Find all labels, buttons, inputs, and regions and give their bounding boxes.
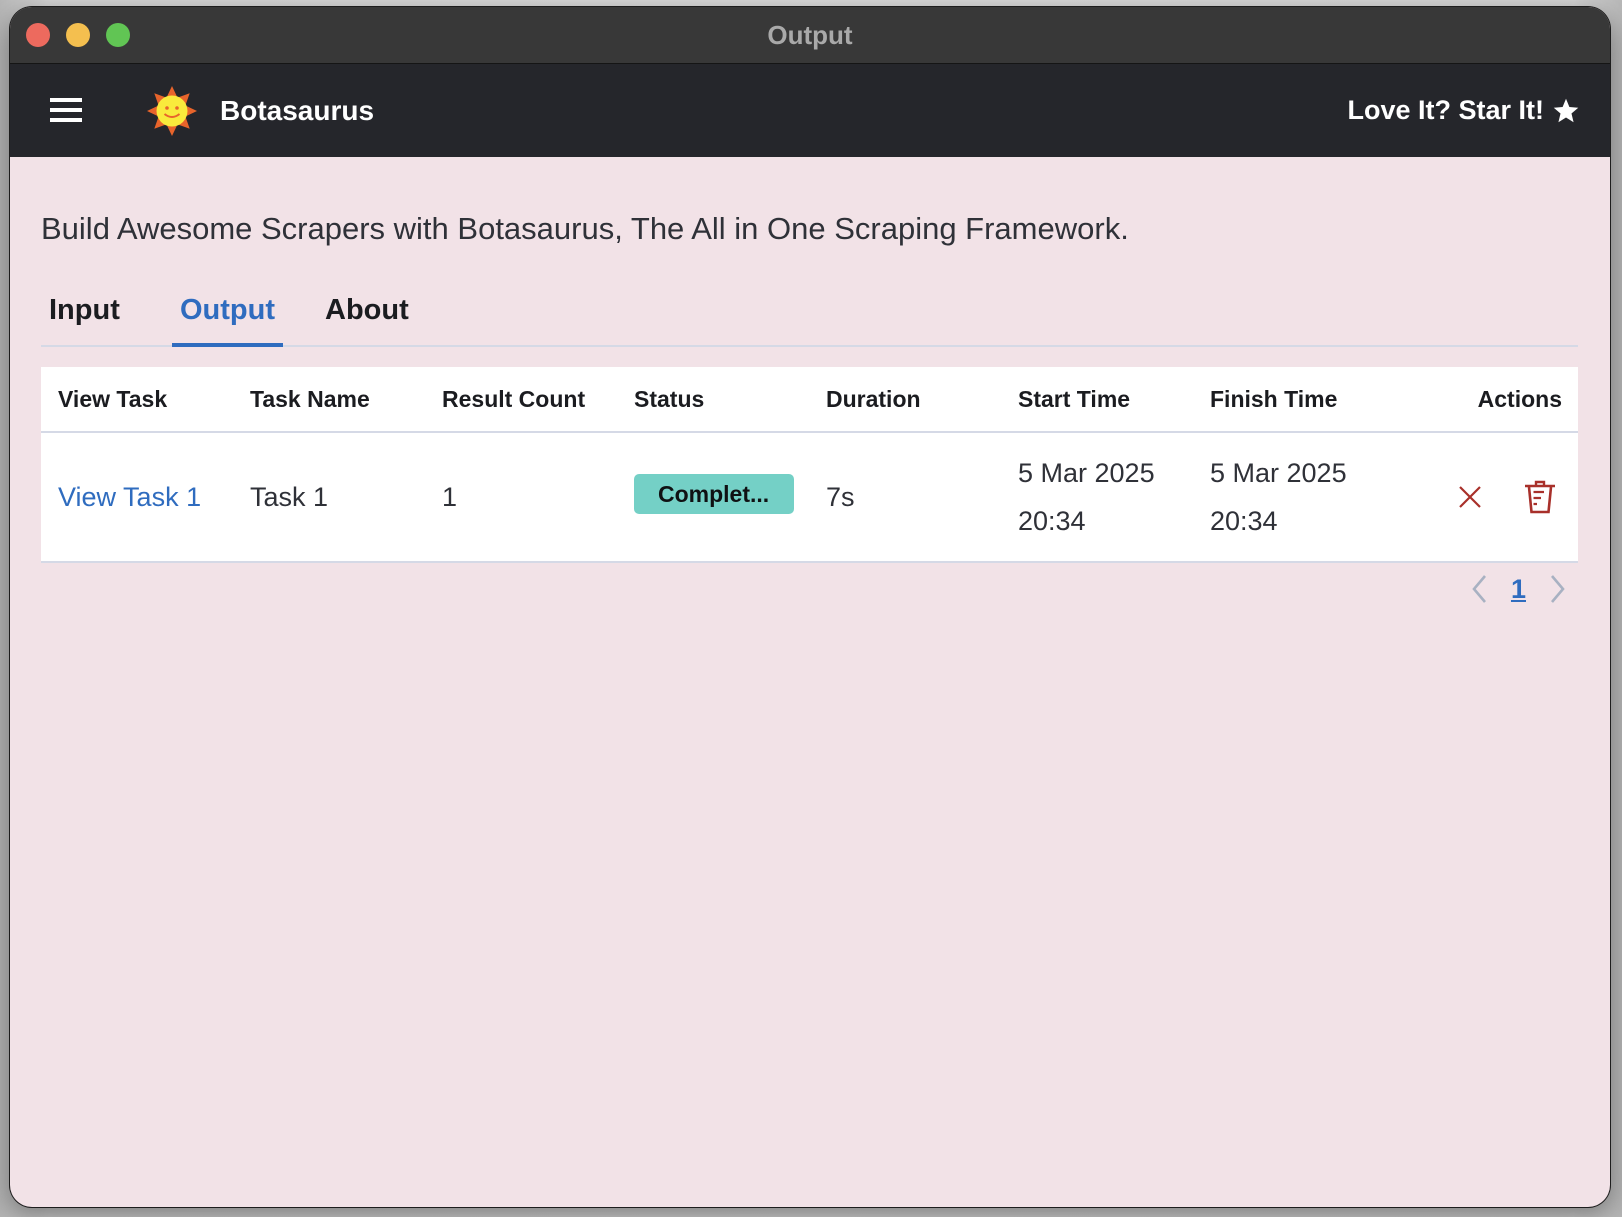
- duration-cell: 7s: [826, 481, 855, 512]
- window-title: Output: [767, 20, 853, 50]
- column-header-finish-time: Finish Time: [1193, 367, 1385, 433]
- page-subtitle: Build Awesome Scrapers with Botasaurus, …: [41, 211, 1129, 246]
- result-count-cell: 1: [442, 481, 458, 512]
- finish-time-cell: 5 Mar 2025 20:34: [1193, 432, 1385, 561]
- tab-output[interactable]: Output: [172, 279, 284, 347]
- tab-about[interactable]: About: [317, 279, 417, 345]
- previous-page-button[interactable]: [1471, 574, 1487, 604]
- star-on-github-link[interactable]: Love It? Star It!: [1347, 64, 1580, 157]
- next-page-button[interactable]: [1550, 574, 1566, 604]
- column-header-view-task: View Task: [41, 367, 233, 433]
- column-header-result-count: Result Count: [425, 367, 617, 433]
- table-row: View Task 1 Task 1 1 Complet... 7s 5 Mar…: [41, 432, 1578, 561]
- chevron-right-icon: [1551, 575, 1565, 603]
- botasaurus-logo-icon[interactable]: [146, 85, 198, 137]
- view-task-link[interactable]: View Task 1: [58, 482, 201, 512]
- column-header-duration: Duration: [809, 367, 1001, 433]
- column-header-task-name: Task Name: [233, 367, 425, 433]
- finish-date: 5 Mar 2025: [1210, 458, 1347, 488]
- column-header-status: Status: [617, 367, 809, 433]
- finish-clock: 20:34: [1210, 506, 1278, 536]
- star-link-label: Love It? Star It!: [1347, 95, 1544, 125]
- trash-icon: [1525, 480, 1555, 514]
- start-time-cell: 5 Mar 2025 20:34: [1001, 432, 1193, 561]
- task-name-cell: Task 1: [250, 481, 329, 512]
- title-bar: Output: [10, 7, 1610, 64]
- chevron-left-icon: [1472, 575, 1486, 603]
- tab-input[interactable]: Input: [41, 279, 128, 345]
- tab-bar: Input Output About: [41, 279, 1578, 347]
- app-window: Output Botasaurus Love It? Star It! Buil…: [10, 7, 1610, 1207]
- actions-cell: [1385, 432, 1578, 561]
- column-header-start-time: Start Time: [1001, 367, 1193, 433]
- abort-task-button[interactable]: [1458, 485, 1482, 509]
- pagination: 1: [1471, 569, 1566, 609]
- star-icon: [1553, 98, 1579, 122]
- delete-task-button[interactable]: [1524, 480, 1556, 514]
- start-date: 5 Mar 2025: [1018, 458, 1155, 488]
- table-header-row: View Task Task Name Result Count Status …: [41, 367, 1578, 433]
- hamburger-menu-icon[interactable]: [50, 98, 82, 124]
- column-header-actions: Actions: [1385, 367, 1578, 433]
- brand-name[interactable]: Botasaurus: [220, 64, 374, 157]
- tasks-table: View Task Task Name Result Count Status …: [41, 367, 1578, 563]
- start-clock: 20:34: [1018, 506, 1086, 536]
- status-badge: Complet...: [634, 473, 794, 514]
- page-number-current[interactable]: 1: [1511, 574, 1526, 605]
- close-icon: [1459, 486, 1482, 508]
- navbar: Botasaurus Love It? Star It!: [10, 64, 1610, 157]
